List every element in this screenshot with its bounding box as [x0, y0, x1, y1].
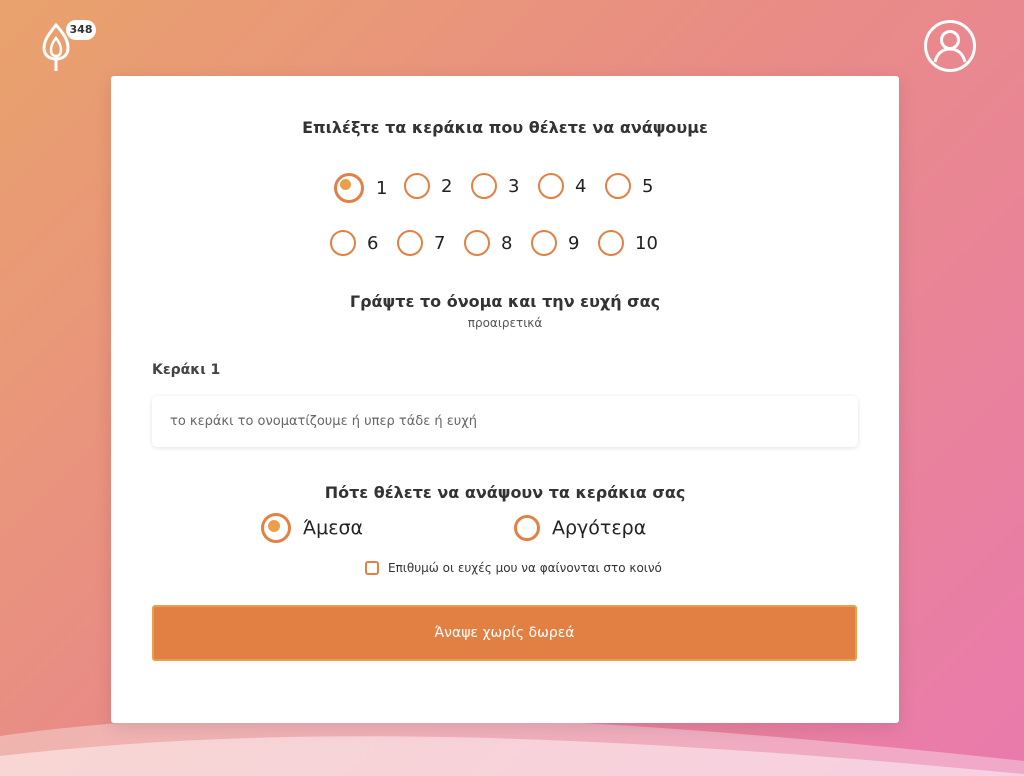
candle-count-badge: 348: [66, 20, 96, 40]
public-wishes-label: Επιθυμώ οι ευχές μου να φαίνονται στο κο…: [388, 561, 662, 575]
radio-button[interactable]: [330, 230, 356, 256]
radio-button-checked[interactable]: [334, 173, 364, 203]
option-label: 4: [575, 175, 587, 197]
account-button[interactable]: [922, 18, 978, 74]
radio-button[interactable]: [514, 515, 540, 541]
option-label: 5: [642, 175, 654, 197]
public-wishes-checkbox[interactable]: Επιθυμώ οι ευχές μου να φαίνονται στο κο…: [365, 561, 662, 575]
candle-count-option-6[interactable]: 6: [330, 230, 378, 256]
candle-wish-input[interactable]: [152, 396, 858, 447]
candle-count-option-4[interactable]: 4: [538, 173, 586, 199]
candles-heading: Επιλέξτε τα κεράκια που θέλετε να ανάψου…: [302, 118, 708, 137]
candle-count-option-1[interactable]: 1: [334, 173, 387, 203]
user-circle-icon: [924, 20, 976, 72]
candle-field-label: Κεράκι 1: [152, 362, 221, 378]
option-label: 9: [568, 232, 580, 254]
timing-option-now[interactable]: Άμεσα: [261, 513, 363, 543]
option-label: 7: [434, 232, 446, 254]
radio-button[interactable]: [404, 173, 430, 199]
option-label: 6: [367, 232, 379, 254]
candle-count-option-9[interactable]: 9: [531, 230, 579, 256]
candle-count-option-10[interactable]: 10: [598, 230, 658, 256]
radio-button[interactable]: [471, 173, 497, 199]
option-label: 8: [501, 232, 513, 254]
option-label: 1: [376, 177, 388, 199]
candle-count-option-2[interactable]: 2: [404, 173, 452, 199]
option-label: 10: [635, 232, 658, 254]
candle-count-option-7[interactable]: 7: [397, 230, 445, 256]
radio-button[interactable]: [531, 230, 557, 256]
light-free-button[interactable]: Άναψε χωρίς δωρεά: [152, 605, 857, 661]
option-label: 3: [508, 175, 520, 197]
option-label: 2: [441, 175, 453, 197]
candle-count-option-5[interactable]: 5: [605, 173, 653, 199]
timing-heading: Πότε θέλετε να ανάψουν τα κεράκια σας: [324, 483, 686, 502]
candle-count-option-3[interactable]: 3: [471, 173, 519, 199]
radio-button-checked[interactable]: [261, 513, 291, 543]
radio-button[interactable]: [598, 230, 624, 256]
candle-form-card: Επιλέξτε τα κεράκια που θέλετε να ανάψου…: [111, 76, 899, 723]
optional-hint: προαιρετικά: [467, 316, 543, 330]
radio-button[interactable]: [605, 173, 631, 199]
radio-button[interactable]: [397, 230, 423, 256]
radio-button[interactable]: [538, 173, 564, 199]
checkbox[interactable]: [365, 561, 379, 575]
option-label: Άμεσα: [303, 517, 364, 539]
candle-count-option-8[interactable]: 8: [464, 230, 512, 256]
name-heading: Γράψτε το όνομα και την ευχή σας: [349, 292, 661, 311]
timing-option-later[interactable]: Αργότερα: [514, 515, 646, 541]
radio-button[interactable]: [464, 230, 490, 256]
option-label: Αργότερα: [552, 517, 647, 539]
